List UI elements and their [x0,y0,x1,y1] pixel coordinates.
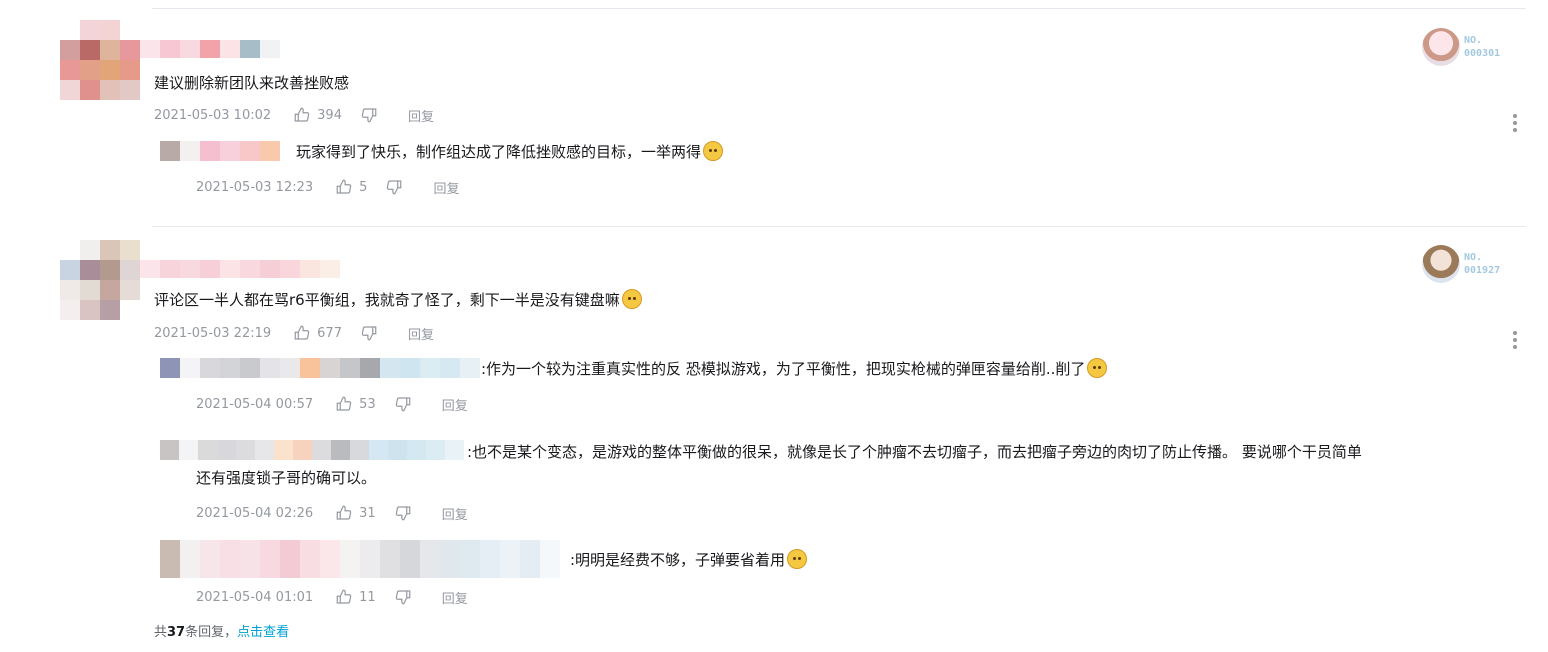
dislike-button[interactable] [360,324,378,342]
like-button[interactable]: 394 [293,106,342,124]
thumbs-up-icon [336,589,352,604]
replies-summary: 共37条回复，点击查看 [154,621,289,640]
username-blurred[interactable] [140,260,340,278]
reply-username-blurred[interactable] [160,540,560,578]
reply-button[interactable]: 回复 [442,395,468,414]
badge-label: NO. [1464,252,1483,263]
like-button[interactable]: 5 [335,178,367,196]
like-count: 677 [317,325,342,341]
like-count: 394 [317,107,342,123]
like-count: 11 [359,589,376,605]
avatar[interactable] [60,20,140,100]
badge-avatar-icon [1422,245,1460,283]
divider-top [152,8,1526,9]
dislike-button[interactable] [360,106,378,124]
reply-text: :作为一个较为注重真实性的反 恐模拟游戏，为了平衡性，把现实枪械的弹匣容量给削.… [481,357,1108,381]
comment-text: 建议删除新团队来改善挫败感 [154,74,350,92]
summary-suffix: 条回复， [185,625,238,640]
reply-time: 2021-05-04 02:26 [196,505,314,521]
thumbs-down-icon [361,326,377,341]
badge-avatar-icon [1422,28,1460,66]
badge-number: 001927 [1464,265,1501,276]
reply-count: 37 [167,625,186,640]
dog-emoji-icon [1087,358,1108,378]
thumbs-up-icon [336,179,352,194]
dislike-button[interactable] [394,504,412,522]
thumbs-up-icon [336,396,352,411]
comment-meta: 2021-05-03 22:19 677 回复 [154,323,434,343]
badge-label: NO. [1464,35,1483,46]
reply-meta: 2021-05-04 00:57 53 回复 [196,394,468,414]
reply-time: 2021-05-04 00:57 [196,396,314,412]
reply-button[interactable]: 回复 [433,178,459,197]
like-button[interactable]: 11 [335,588,376,606]
thumbs-up-icon [294,325,310,340]
username-blurred[interactable] [140,40,280,58]
like-button[interactable]: 31 [335,504,376,522]
more-vertical-icon[interactable] [1513,331,1517,349]
reply-time: 2021-05-03 12:23 [196,179,314,195]
more-vertical-icon[interactable] [1513,114,1517,132]
reply-meta: 2021-05-03 12:23 5 回复 [196,177,459,197]
badge-number: 000301 [1464,48,1501,59]
dog-emoji-icon [787,549,808,569]
like-count: 53 [359,396,376,412]
reply-button[interactable]: 回复 [442,504,468,523]
reply-button[interactable]: 回复 [408,324,434,343]
dog-emoji-icon [703,141,724,161]
fan-badge: NO. 000301 [1422,28,1500,66]
fan-badge: NO. 001927 [1422,245,1500,283]
reply-avatar[interactable] [160,141,200,161]
summary-prefix: 共 [154,625,168,640]
reply-username-blurred[interactable] [160,440,464,460]
reply-username-blurred[interactable] [200,141,280,161]
like-count: 5 [359,179,368,195]
comment-time: 2021-05-03 10:02 [154,107,272,123]
reply-meta: 2021-05-04 01:01 11 回复 [196,587,468,607]
reply-username-blurred[interactable] [160,358,480,378]
comment-meta: 2021-05-03 10:02 394 回复 [154,105,434,125]
reply-button[interactable]: 回复 [442,588,468,607]
dislike-button[interactable] [394,588,412,606]
thumbs-down-icon [387,180,402,195]
comment-time: 2021-05-03 22:19 [154,325,272,341]
thumbs-down-icon [395,506,411,521]
reply-meta: 2021-05-04 02:26 31 回复 [196,503,468,523]
dislike-button[interactable] [394,395,412,413]
thumbs-down-icon [395,397,411,412]
like-button[interactable]: 53 [335,395,376,413]
reply-text: :明明是经费不够，子弹要省着用 [570,548,808,572]
dislike-button[interactable] [385,178,403,196]
like-count: 31 [359,505,376,521]
reply-time: 2021-05-04 01:01 [196,589,314,605]
view-all-replies-link[interactable]: 点击查看 [237,625,289,640]
dog-emoji-icon [621,289,642,309]
reply-button[interactable]: 回复 [408,106,434,125]
like-button[interactable]: 677 [293,324,342,342]
divider [152,226,1526,227]
reply-text-line1: :也不是某个变态，是游戏的整体平衡做的很呆，就像是长了个肿瘤不去切瘤子，而去把瘤… [467,443,1362,461]
reply-text-continued: 还有强度锁子哥的确可以。 [196,469,377,487]
reply-text: :也不是某个变态，是游戏的整体平衡做的很呆，就像是长了个肿瘤不去切瘤子，而去把瘤… [467,440,1537,464]
thumbs-down-icon [395,590,411,605]
comment-text: 评论区一半人都在骂r6平衡组，我就奇了怪了，剩下一半是没有键盘嘛 [154,289,642,311]
thumbs-up-icon [294,107,310,122]
avatar[interactable] [60,240,140,320]
thumbs-down-icon [361,108,377,123]
thumbs-up-icon [336,505,352,520]
reply-text: 玩家得到了快乐，制作组达成了降低挫败感的目标，一举两得 [296,140,724,164]
